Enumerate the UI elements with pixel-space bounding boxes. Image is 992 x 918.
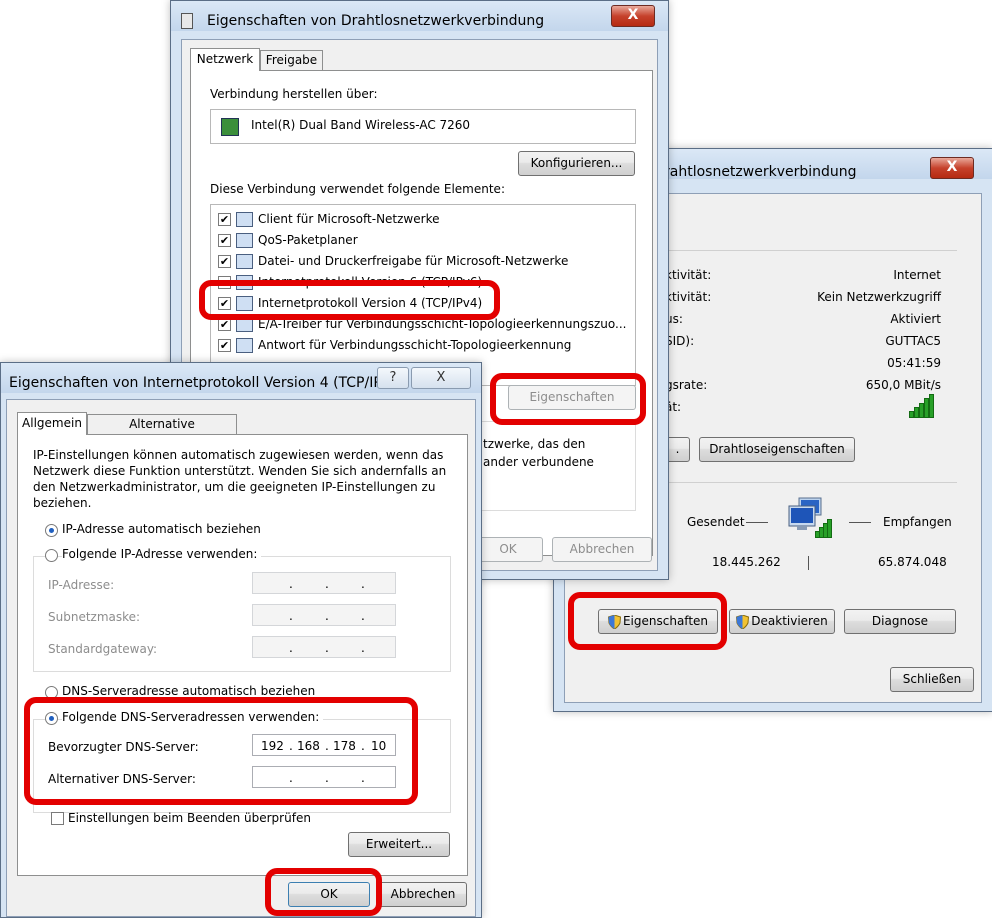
received-bytes: 65.874.048 [878,555,947,569]
help-icon[interactable]: ? [377,367,409,389]
ipv4-tab-panel: IP-Einstellungen können automatisch zuge… [17,434,468,876]
tab-allgemein[interactable]: Allgemein [17,412,87,435]
diagnose-button[interactable]: Diagnose [844,609,956,634]
network-computers-icon [787,496,835,540]
validate-label[interactable]: Einstellungen beim Beenden überprüfen [68,811,311,825]
ip-address-field[interactable]: ... [252,572,396,594]
highlight-ipv4-item [199,280,500,320]
elements-label: Diese Verbindung verwendet folgende Elem… [210,182,505,196]
network-adapter-icon [181,13,193,29]
close-button[interactable]: Schließen [890,667,974,692]
ipv4-body: Allgemein Alternative Konfiguration IP-E… [6,399,476,917]
status-row-label: ktivität: [665,268,712,282]
ok-button[interactable]: OK [473,537,543,562]
description-line1: tzwerke, das den [483,437,586,451]
cancel-button[interactable]: Abbrechen [552,537,652,562]
default-gateway-field[interactable]: ... [252,636,396,658]
divider [808,556,809,570]
highlight-ok-button [265,868,382,916]
ipv4-properties-window: Eigenschaften von Internetprotokoll Vers… [0,362,482,918]
description-line2: ander verbundene [483,455,594,469]
status-row-value: 650,0 MBit/s [865,378,941,392]
close-icon[interactable]: X [611,5,655,27]
network-card-icon [221,118,239,136]
deactivate-button[interactable]: Deaktivieren [729,609,835,634]
network-component-icon [236,338,253,353]
close-icon[interactable]: X [411,367,471,389]
network-component-icon [236,233,253,248]
ip-auto-radio[interactable] [45,524,58,537]
configure-button[interactable]: Konfigurieren... [518,151,635,176]
adapter-title: Eigenschaften von Drahtlosnetzwerkverbin… [207,13,545,29]
status-row-label: ktivität: [665,290,712,304]
status-row-value: 05:41:59 [887,356,941,370]
adapter-name-box: Intel(R) Dual Band Wireless-AC 7260 [210,109,636,144]
item-checkbox[interactable]: ✔ [218,234,231,247]
list-item[interactable]: ✔ Antwort für Verbindungsschicht-Topologi… [211,335,631,355]
network-component-icon [236,254,253,269]
signal-strength-icon [909,394,939,418]
received-line [849,522,871,523]
status-row-value: Kein Netzwerkzugriff [817,290,941,304]
status-row-value: Internet [893,268,941,282]
validate-checkbox[interactable] [51,812,64,825]
uac-shield-icon [736,614,750,629]
received-label: Empfangen [883,515,952,529]
item-label: Client für Microsoft-Netzwerke [258,212,440,226]
list-item[interactable]: ✔ Datei- und Druckerfreigabe für Microsof… [211,251,631,271]
dns-auto-label[interactable]: DNS-Serveradresse automatisch beziehen [62,684,315,698]
deactivate-label: Deaktivieren [751,614,828,628]
list-item[interactable]: ✔ Client für Microsoft-Netzwerke [211,209,631,229]
default-gateway-label: Standardgateway: [48,642,158,656]
ip-address-label: IP-Adresse: [48,578,115,592]
intro-text-line2: Netzwerk diese Funktion unterstützt. Wen… [33,464,447,478]
tab-netzwerk[interactable]: Netzwerk [190,48,260,71]
tab-freigabe[interactable]: Freigabe [260,50,323,71]
connect-via-label: Verbindung herstellen über: [210,87,378,101]
item-checkbox[interactable]: ✔ [218,255,231,268]
item-checkbox[interactable]: ✔ [218,339,231,352]
adapter-name: Intel(R) Dual Band Wireless-AC 7260 [251,118,471,132]
subnet-mask-field[interactable]: ... [252,604,396,626]
sent-bytes: 18.445.262 [712,555,781,569]
status-row-value: Aktiviert [890,312,941,326]
highlight-status-properties [568,592,727,650]
ip-manual-radio[interactable] [45,549,58,562]
status-title: rahtlosnetzwerkverbindung [664,164,857,180]
status-row-label: gsrate: [665,378,708,392]
subnet-mask-label: Subnetzmaske: [48,610,141,624]
close-icon[interactable]: X [930,157,974,179]
ip-auto-label[interactable]: IP-Adresse automatisch beziehen [62,522,261,536]
ipv4-titlebar[interactable]: Eigenschaften von Internetprotokoll Vers… [1,363,481,393]
list-item[interactable]: ✔ QoS-Paketplaner [211,230,631,250]
status-row-label: SID): [665,334,695,348]
ipv4-title: Eigenschaften von Internetprotokoll Vers… [9,375,403,391]
item-label: Datei- und Druckerfreigabe für Microsoft… [258,254,569,268]
status-row-value: GUTTAC5 [885,334,941,348]
advanced-button[interactable]: Erweitert... [348,832,450,857]
highlight-dns-section [24,697,418,805]
intro-text-line4: beziehen. [33,496,92,510]
tab-alternative-konfiguration[interactable]: Alternative Konfiguration [87,414,237,450]
cancel-button[interactable]: Abbrechen [379,882,467,907]
item-label: Antwort für Verbindungsschicht-Topologie… [258,338,572,352]
item-checkbox[interactable]: ✔ [218,213,231,226]
highlight-properties-button [490,373,646,425]
intro-text-line1: IP-Einstellungen können automatisch zuge… [33,448,444,462]
sent-label: Gesendet [687,515,745,529]
adapter-titlebar[interactable]: Eigenschaften von Drahtlosnetzwerkverbin… [171,1,668,31]
wireless-properties-button[interactable]: Drahtloseigenschaften [699,437,855,462]
network-component-icon [236,212,253,227]
intro-text-line3: den Netzwerkadministrator, um die geeign… [33,480,436,494]
ip-manual-label[interactable]: Folgende IP-Adresse verwenden: [62,547,262,561]
item-label: QoS-Paketplaner [258,233,358,247]
sent-line [746,522,768,523]
